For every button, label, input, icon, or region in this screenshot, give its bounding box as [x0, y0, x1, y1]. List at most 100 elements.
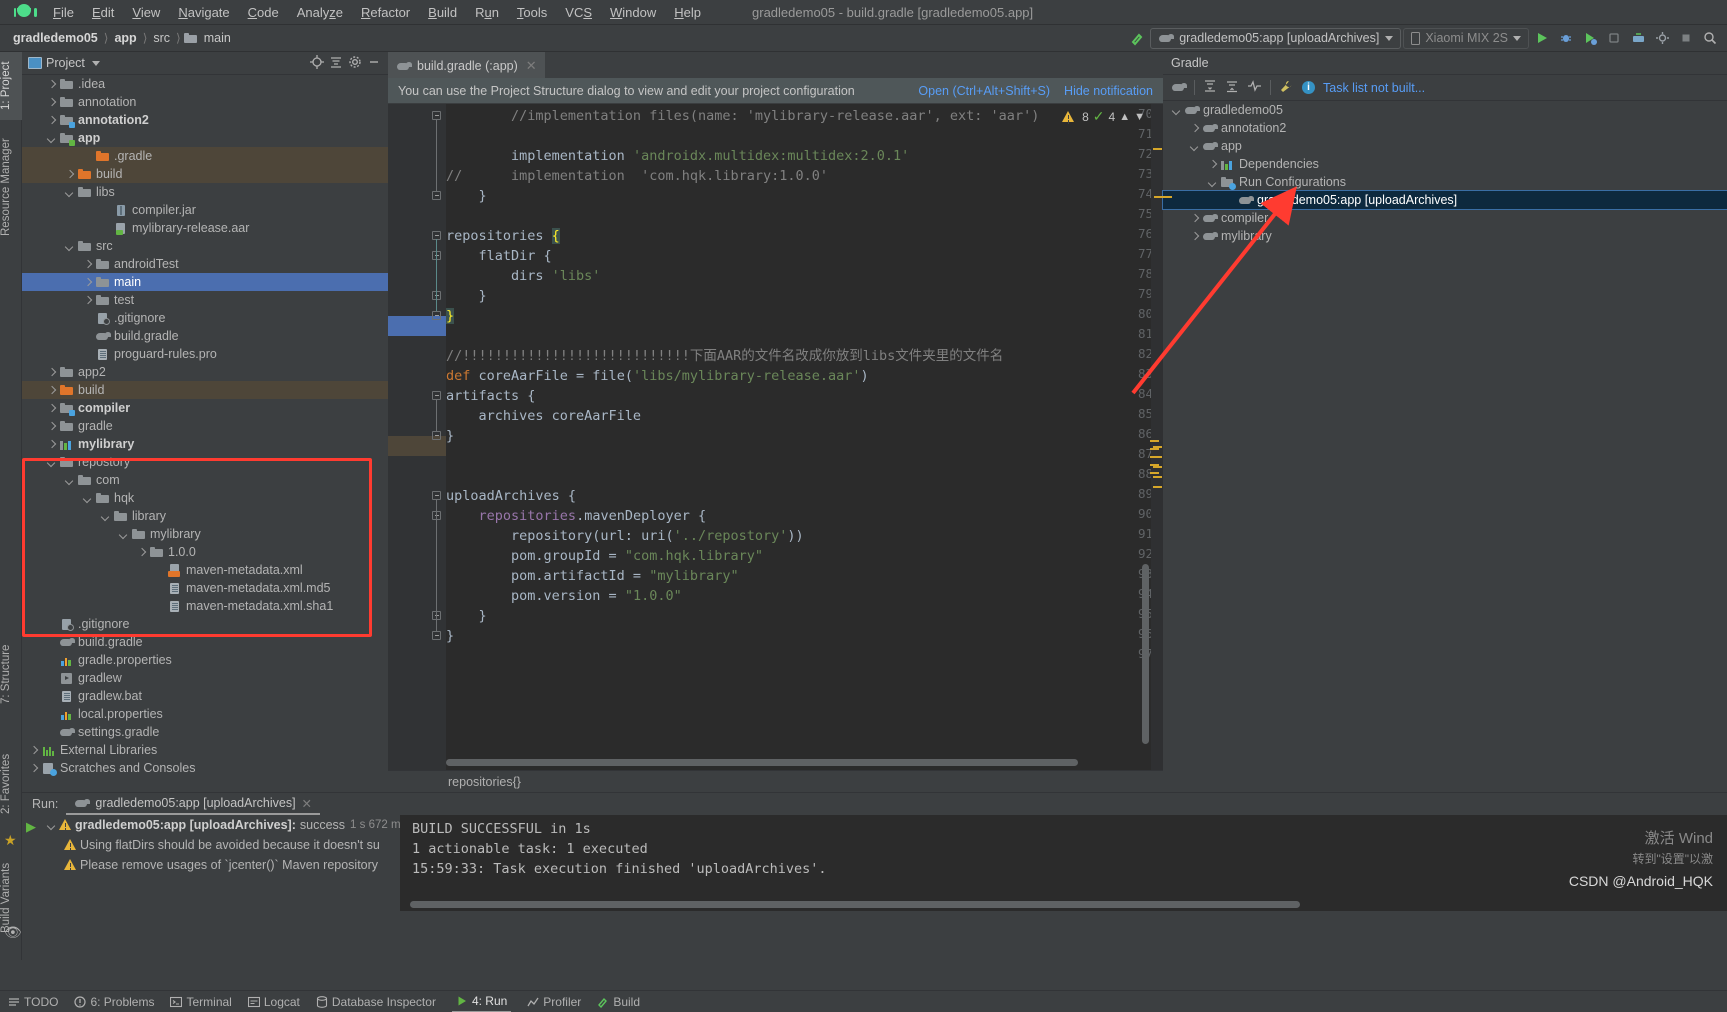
- tool-tab-favorites[interactable]: 2: Favorites: [0, 742, 22, 826]
- tree-row[interactable]: 1.0.0: [22, 543, 388, 561]
- menu-item-vcs[interactable]: VCS: [556, 2, 601, 23]
- tree-row[interactable]: libs: [22, 183, 388, 201]
- tree-row[interactable]: hqk: [22, 489, 388, 507]
- chevron-right-icon[interactable]: [46, 97, 57, 108]
- tree-row[interactable]: .gradle: [22, 147, 388, 165]
- code-line[interactable]: artifacts {: [446, 386, 535, 406]
- chevron-right-icon[interactable]: [1207, 159, 1218, 170]
- code-line[interactable]: implementation 'androidx.multidex:multid…: [446, 146, 909, 166]
- code-line[interactable]: }: [446, 426, 454, 446]
- gradle-tree-row[interactable]: mylibrary: [1163, 227, 1727, 245]
- code-line[interactable]: flatDir {: [446, 246, 552, 266]
- chevron-right-icon[interactable]: [82, 277, 93, 288]
- tree-row[interactable]: annotation2: [22, 111, 388, 129]
- breadcrumb-item-app[interactable]: app: [111, 31, 139, 45]
- chevron-right-icon[interactable]: [46, 421, 57, 432]
- next-highlight-icon[interactable]: ▼: [1134, 111, 1145, 123]
- project-file-tree[interactable]: .idea annotation annotation2 app .gradle buil…: [22, 75, 388, 792]
- chevron-down-icon[interactable]: [46, 820, 57, 831]
- run-warning-2[interactable]: Please remove usages of `jcenter()` Mave…: [80, 858, 378, 872]
- tree-row[interactable]: gradlew: [22, 669, 388, 687]
- close-icon[interactable]: ✕: [526, 58, 537, 74]
- tool-tab-structure[interactable]: 7: Structure: [0, 632, 22, 716]
- tree-row[interactable]: com: [22, 471, 388, 489]
- chevron-down-icon[interactable]: [64, 241, 75, 252]
- device-selector[interactable]: Xiaomi MIX 2S: [1403, 27, 1529, 49]
- chevron-down-icon[interactable]: [91, 60, 100, 66]
- tree-row[interactable]: .idea: [22, 75, 388, 93]
- debug-icon[interactable]: [1555, 28, 1577, 49]
- console-horizontal-scrollbar[interactable]: [410, 901, 1300, 908]
- menu-item-edit[interactable]: Edit: [83, 2, 123, 23]
- eye-icon[interactable]: 👁: [4, 924, 22, 941]
- menu-item-run[interactable]: Run: [466, 2, 508, 23]
- stop-icon[interactable]: [1675, 28, 1697, 49]
- status-item-database-inspector[interactable]: Database Inspector: [316, 995, 436, 1009]
- tree-row[interactable]: proguard-rules.pro: [22, 345, 388, 363]
- menu-item-help[interactable]: Help: [665, 2, 710, 23]
- tree-row[interactable]: compiler: [22, 399, 388, 417]
- search-icon[interactable]: [1699, 28, 1721, 49]
- code-line[interactable]: archives coreAarFile: [446, 406, 642, 426]
- menu-item-window[interactable]: Window: [601, 2, 665, 23]
- expand-all-icon[interactable]: [1203, 79, 1217, 96]
- tree-row[interactable]: maven-metadata.xml: [22, 561, 388, 579]
- horizontal-scrollbar[interactable]: [446, 759, 1078, 766]
- code-line[interactable]: repository(url: uri('../repostory')): [446, 526, 804, 546]
- chevron-down-icon[interactable]: [118, 529, 129, 540]
- attach-debugger-icon[interactable]: [1603, 28, 1625, 49]
- code-line[interactable]: dirs 'libs': [446, 266, 600, 286]
- chevron-down-icon[interactable]: [1207, 177, 1218, 188]
- code-line[interactable]: }: [446, 606, 487, 626]
- sdk-manager-icon[interactable]: [1627, 28, 1649, 49]
- menu-item-tools[interactable]: Tools: [508, 2, 556, 23]
- gradle-tree-row[interactable]: gradledemo05:app [uploadArchives]: [1162, 190, 1727, 210]
- tree-row[interactable]: test: [22, 291, 388, 309]
- gradle-tree-row[interactable]: app: [1163, 137, 1727, 155]
- breadcrumb-item-project[interactable]: gradledemo05: [10, 31, 101, 45]
- gradle-tree-row[interactable]: compiler: [1163, 209, 1727, 227]
- run-warning-1[interactable]: Using flatDirs should be avoided because…: [80, 838, 380, 852]
- code-line[interactable]: def coreAarFile = file('libs/mylibrary-r…: [446, 366, 869, 386]
- run-with-coverage-icon[interactable]: [1579, 28, 1601, 49]
- gradle-tree-row[interactable]: Run Configurations: [1163, 173, 1727, 191]
- code-line[interactable]: //!!!!!!!!!!!!!!!!!!!!!!!!!!!!下面AAR的文件名改…: [446, 346, 1003, 366]
- vertical-scrollbar[interactable]: [1142, 564, 1149, 744]
- code-line[interactable]: // implementation 'com.hqk.library:1.0.0…: [446, 166, 828, 186]
- tree-row[interactable]: androidTest: [22, 255, 388, 273]
- locate-icon[interactable]: [310, 54, 324, 72]
- collapse-all-icon[interactable]: [329, 55, 343, 72]
- chevron-down-icon[interactable]: [82, 493, 93, 504]
- status-item-terminal[interactable]: Terminal: [170, 995, 232, 1009]
- tree-row[interactable]: External Libraries: [22, 741, 388, 759]
- run-result-tree[interactable]: ▶ gradledemo05:app [uploadArchives]: suc…: [22, 815, 406, 911]
- code-fold-toggle[interactable]: [432, 191, 441, 200]
- chevron-right-icon[interactable]: [46, 403, 57, 414]
- menu-item-refactor[interactable]: Refactor: [352, 2, 419, 23]
- chevron-right-icon[interactable]: [1189, 123, 1200, 134]
- chevron-down-icon[interactable]: [46, 457, 57, 468]
- code-fold-toggle[interactable]: [432, 311, 441, 320]
- code-text-area[interactable]: 70 //implementation files(name: 'mylibra…: [388, 104, 1163, 792]
- chevron-down-icon[interactable]: [1171, 105, 1182, 116]
- code-fold-toggle[interactable]: [432, 431, 441, 440]
- breadcrumb-item-src[interactable]: src: [150, 31, 173, 45]
- code-line[interactable]: //implementation files(name: 'mylibrary-…: [446, 106, 1039, 126]
- wrench-icon[interactable]: [1279, 79, 1294, 96]
- chevron-right-icon[interactable]: [46, 367, 57, 378]
- tree-row[interactable]: main: [22, 273, 388, 291]
- tree-row[interactable]: app2: [22, 363, 388, 381]
- gradle-elephant-icon[interactable]: [1171, 82, 1187, 93]
- code-line[interactable]: repositories {: [446, 226, 560, 246]
- tree-row[interactable]: gradle: [22, 417, 388, 435]
- code-line[interactable]: pom.version = "1.0.0": [446, 586, 682, 606]
- menu-item-code[interactable]: Code: [239, 2, 288, 23]
- editor-tab-build-gradle[interactable]: build.gradle (:app) ✕: [388, 52, 545, 78]
- close-icon[interactable]: ✕: [302, 796, 312, 811]
- chevron-right-icon[interactable]: [82, 259, 93, 270]
- tree-row[interactable]: compiler.jar: [22, 201, 388, 219]
- chevron-right-icon[interactable]: [82, 295, 93, 306]
- code-line[interactable]: uploadArchives {: [446, 486, 576, 506]
- hide-notification-link[interactable]: Hide notification: [1064, 84, 1153, 98]
- build-hammer-icon[interactable]: [1126, 28, 1148, 49]
